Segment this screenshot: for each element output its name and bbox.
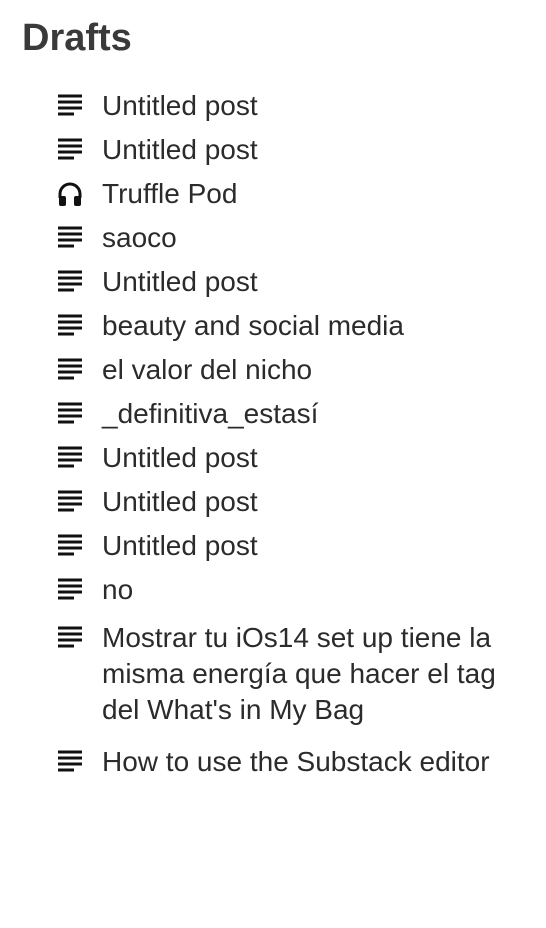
document-lines-icon <box>56 624 84 652</box>
draft-item[interactable]: Untitled post <box>56 260 526 304</box>
draft-item-label: Mostrar tu iOs14 set up tiene la misma e… <box>102 622 496 725</box>
document-lines-icon <box>56 224 84 252</box>
drafts-list: Untitled post Untitled post Truffle Pod … <box>56 84 526 788</box>
document-lines-icon <box>56 312 84 340</box>
draft-item-label: Untitled post <box>102 442 258 473</box>
draft-item-label: How to use the Substack editor <box>102 746 490 777</box>
draft-item-label: beauty and social media <box>102 310 404 341</box>
document-lines-icon <box>56 92 84 120</box>
draft-item[interactable]: Untitled post <box>56 436 526 480</box>
draft-item[interactable]: _definitiva_estasí <box>56 392 526 436</box>
draft-item-label: el valor del nicho <box>102 354 313 385</box>
draft-item[interactable]: Untitled post <box>56 84 526 128</box>
headphones-icon <box>56 180 84 208</box>
document-lines-icon <box>56 532 84 560</box>
draft-item-label: Untitled post <box>102 134 258 165</box>
draft-item[interactable]: Truffle Pod <box>56 172 526 216</box>
page-title: Drafts <box>22 17 132 59</box>
draft-item-label: Truffle Pod <box>102 178 238 209</box>
draft-item-label: Untitled post <box>102 530 258 561</box>
document-lines-icon <box>56 356 84 384</box>
draft-item[interactable]: no <box>56 568 526 612</box>
draft-item-label: no <box>102 574 134 605</box>
document-lines-icon <box>56 268 84 296</box>
draft-item[interactable]: Untitled post <box>56 524 526 568</box>
draft-item[interactable]: How to use the Substack editor <box>56 736 526 788</box>
draft-item-label: Untitled post <box>102 266 258 297</box>
draft-item[interactable]: saoco <box>56 216 526 260</box>
draft-item[interactable]: beauty and social media <box>56 304 526 348</box>
document-lines-icon <box>56 488 84 516</box>
document-lines-icon <box>56 136 84 164</box>
draft-item-label: Untitled post <box>102 90 258 121</box>
draft-item-label: saoco <box>102 222 177 253</box>
draft-item[interactable]: el valor del nicho <box>56 348 526 392</box>
draft-item[interactable]: Untitled post <box>56 128 526 172</box>
document-lines-icon <box>56 444 84 472</box>
document-lines-icon <box>56 400 84 428</box>
document-lines-icon <box>56 576 84 604</box>
document-lines-icon <box>56 748 84 776</box>
draft-item[interactable]: Untitled post <box>56 480 526 524</box>
draft-item-label: Untitled post <box>102 486 258 517</box>
draft-item-label: _definitiva_estasí <box>102 398 319 429</box>
draft-item[interactable]: Mostrar tu iOs14 set up tiene la misma e… <box>56 612 526 736</box>
